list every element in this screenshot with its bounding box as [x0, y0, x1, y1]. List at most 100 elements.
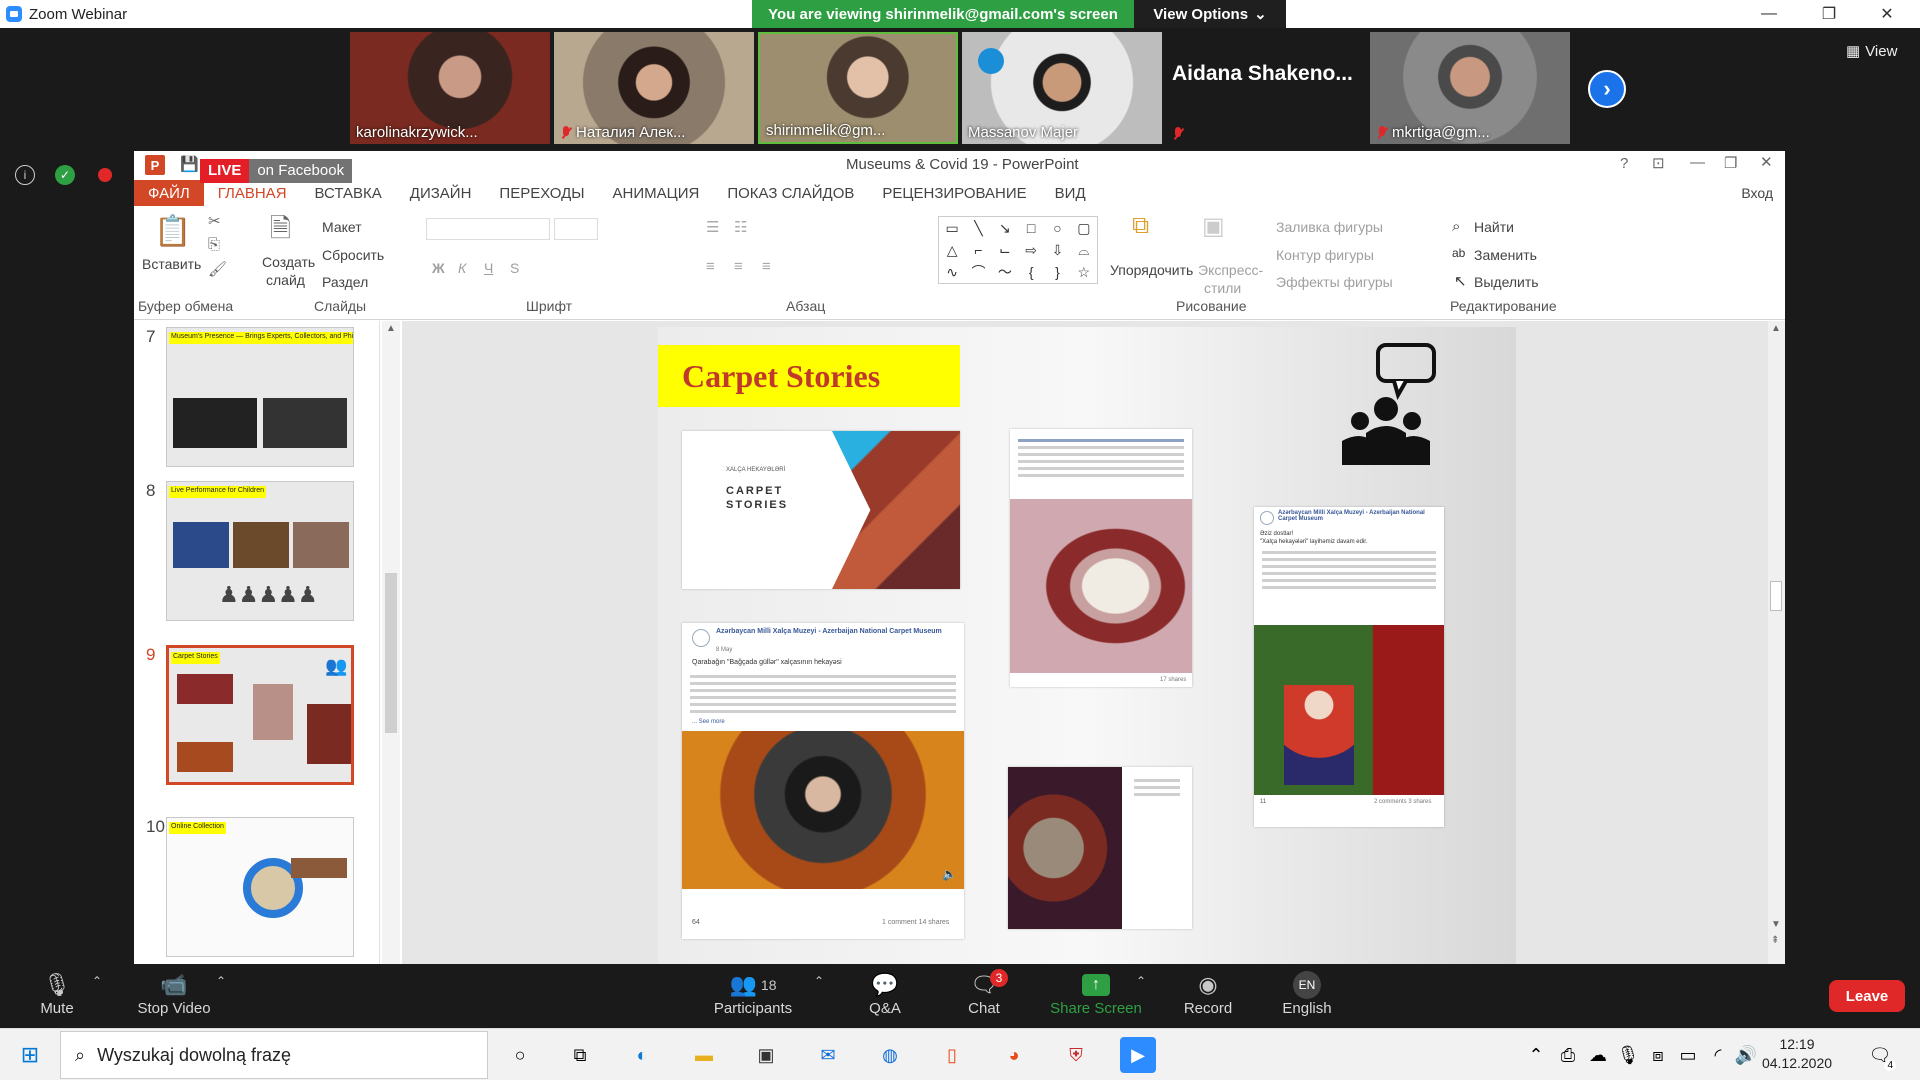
- shape-outline-button[interactable]: Контур фигуры: [1276, 247, 1374, 263]
- tab-view[interactable]: ВИД: [1041, 180, 1100, 206]
- tab-insert[interactable]: ВСТАВКА: [301, 180, 396, 206]
- video-options-caret-icon[interactable]: ⌃: [216, 974, 226, 988]
- shield-check-icon[interactable]: ✓: [55, 165, 75, 185]
- slide-scrollbar[interactable]: ▲ ▼ ⇞: [1768, 321, 1785, 964]
- mic-tray-icon[interactable]: 🎙: [1616, 1037, 1640, 1073]
- save-icon[interactable]: 💾: [180, 155, 199, 173]
- video-tile[interactable]: Massanov Majer: [962, 32, 1162, 144]
- triangle-shape-icon[interactable]: △: [939, 239, 965, 261]
- tab-file[interactable]: ФАЙЛ: [134, 180, 204, 206]
- record-button[interactable]: ◉ Record: [1153, 970, 1263, 1017]
- right-arrow-shape-icon[interactable]: ⇨: [1018, 239, 1044, 261]
- paste-icon[interactable]: 📋: [154, 214, 191, 249]
- italic-button[interactable]: К: [458, 260, 466, 276]
- tab-design[interactable]: ДИЗАЙН: [396, 180, 486, 206]
- qa-button[interactable]: 💬 Q&A: [830, 970, 940, 1017]
- help-icon[interactable]: ?: [1620, 155, 1628, 172]
- volume-icon[interactable]: 🔈: [942, 867, 957, 881]
- video-tile[interactable]: Наталия Алек...: [554, 32, 754, 144]
- slide-title[interactable]: Carpet Stories: [658, 345, 960, 407]
- view-options-button[interactable]: View Options ⌄: [1134, 0, 1286, 28]
- chat-button[interactable]: 🗨 Chat: [929, 970, 1039, 1017]
- store-icon[interactable]: ▣: [748, 1037, 784, 1073]
- tab-transitions[interactable]: ПЕРЕХОДЫ: [485, 180, 598, 206]
- restore-button[interactable]: ❐: [1800, 0, 1858, 28]
- shape-effects-button[interactable]: Эффекты фигуры: [1276, 274, 1393, 290]
- close-button[interactable]: ✕: [1858, 0, 1916, 28]
- arrow-line-shape-icon[interactable]: ↘: [992, 217, 1018, 239]
- underline-button[interactable]: Ч: [484, 260, 493, 276]
- slide-thumbnail-10[interactable]: Online Collection: [166, 817, 354, 957]
- facebook-post-2[interactable]: 17 shares: [1010, 429, 1192, 687]
- participants-button[interactable]: 👥 18 Participants: [698, 970, 808, 1017]
- audio-options-caret-icon[interactable]: ⌃: [92, 974, 102, 988]
- wifi-icon[interactable]: ◜: [1706, 1037, 1730, 1073]
- bullets-icon[interactable]: ☰: [706, 218, 719, 236]
- star-shape-icon[interactable]: ☆: [1071, 261, 1097, 283]
- video-still[interactable]: [682, 731, 964, 889]
- sign-in-link[interactable]: Вход: [1741, 185, 1773, 201]
- align-center-icon[interactable]: ≡: [734, 258, 743, 275]
- find-button[interactable]: Найти: [1474, 219, 1514, 235]
- file-explorer-icon[interactable]: ▬: [686, 1037, 722, 1073]
- video-tile-name-only[interactable]: Aidana Shakeno...: [1166, 32, 1366, 144]
- quick-styles-button[interactable]: Экспресс-: [1198, 262, 1263, 278]
- arrange-button[interactable]: Упорядочить: [1110, 262, 1193, 278]
- windows-start-icon[interactable]: ⊞: [12, 1037, 48, 1073]
- align-left-icon[interactable]: ≡: [706, 258, 715, 275]
- quick-styles-icon[interactable]: ▣: [1202, 212, 1225, 241]
- see-more-link[interactable]: ... See more: [692, 719, 725, 725]
- arrange-icon[interactable]: ⧉: [1132, 212, 1149, 240]
- device-icon[interactable]: ⎙: [1556, 1037, 1580, 1073]
- scroll-up-icon[interactable]: ▲: [1771, 323, 1781, 334]
- next-page-arrow-icon[interactable]: ›: [1588, 70, 1626, 108]
- carpet-stories-cover-image[interactable]: XALÇA HEKAYƏLƏRİ CARPET STORIES: [682, 431, 960, 589]
- new-slide-icon[interactable]: 🗎: [270, 210, 291, 254]
- brace-left-shape-icon[interactable]: {: [1018, 261, 1044, 283]
- video-tile[interactable]: karolinakrzywick...: [350, 32, 550, 144]
- thumbnails-scrollbar[interactable]: ▲: [382, 321, 400, 964]
- facebook-post-3[interactable]: Azərbaycan Milli Xalça Muzeyi - Azerbaij…: [1254, 507, 1444, 827]
- previous-slide-icon[interactable]: ⇞: [1771, 935, 1779, 946]
- curve-shape-icon[interactable]: ∿: [939, 261, 965, 283]
- camera-tray-icon[interactable]: ⧈: [1646, 1037, 1670, 1073]
- volume-tray-icon[interactable]: 🔊: [1734, 1037, 1758, 1073]
- tab-review[interactable]: РЕЦЕНЗИРОВАНИЕ: [868, 180, 1040, 206]
- share-options-caret-icon[interactable]: ⌃: [1136, 974, 1146, 988]
- tab-home[interactable]: ГЛАВНАЯ: [204, 180, 301, 206]
- shapes-gallery[interactable]: ▭ ╲ ↘ □ ○ ▢ △ ⌐ ⌙ ⇨ ⇩ ⌓ ∿ ⌒ 〜{} ☆: [938, 216, 1098, 284]
- new-slide-label[interactable]: Создать: [262, 254, 315, 270]
- share-screen-button[interactable]: ↑ Share Screen: [1041, 970, 1151, 1017]
- freeform-shape-icon[interactable]: ⌓: [1071, 239, 1097, 261]
- shadow-button[interactable]: S: [510, 260, 519, 276]
- cut-icon[interactable]: ✂: [208, 212, 221, 230]
- shape-fill-button[interactable]: Заливка фигуры: [1276, 219, 1383, 235]
- down-arrow-shape-icon[interactable]: ⇩: [1044, 239, 1070, 261]
- edge-browser-icon[interactable]: ◐: [624, 1037, 660, 1073]
- ppt-minimize-icon[interactable]: —: [1690, 154, 1705, 171]
- video-tile-active-speaker[interactable]: shirinmelik@gm...: [758, 32, 958, 144]
- view-button[interactable]: ▦ View: [1846, 42, 1897, 61]
- tab-animation[interactable]: АНИМАЦИЯ: [599, 180, 714, 206]
- photo-cat-on-carpet[interactable]: [1008, 767, 1122, 929]
- language-interpretation-button[interactable]: EN English: [1252, 970, 1362, 1017]
- stop-video-button[interactable]: 📹 Stop Video: [119, 970, 229, 1017]
- mcafee-icon[interactable]: ⛨: [1058, 1037, 1094, 1073]
- photo-woman-white[interactable]: [1010, 499, 1192, 673]
- numbering-icon[interactable]: ☷: [734, 218, 747, 236]
- taskbar-search-box[interactable]: ⌕ Wyszukaj dowolną frazę: [60, 1031, 488, 1079]
- facebook-post-cat[interactable]: [1008, 767, 1192, 929]
- slide-thumbnail-9[interactable]: Carpet Stories 👥: [166, 645, 354, 785]
- show-hidden-icons[interactable]: ⌃: [1524, 1037, 1548, 1073]
- facebook-post-1[interactable]: Azərbaycan Milli Xalça Muzeyi - Azerbaij…: [682, 623, 964, 939]
- minimize-button[interactable]: —: [1740, 0, 1798, 28]
- ppt-close-icon[interactable]: ✕: [1760, 153, 1773, 171]
- live-streaming-badge[interactable]: LIVE on Facebook: [200, 159, 353, 183]
- quick-styles-button-2[interactable]: стили: [1204, 280, 1241, 296]
- wave-shape-icon[interactable]: 〜: [992, 261, 1018, 283]
- select-button[interactable]: Выделить: [1474, 274, 1539, 290]
- battery-icon[interactable]: ▭: [1676, 1037, 1700, 1073]
- photo-woman-on-carpet[interactable]: [1254, 625, 1444, 795]
- elbow-shape-icon[interactable]: ⌙: [992, 239, 1018, 261]
- bold-button[interactable]: Ж: [432, 260, 445, 276]
